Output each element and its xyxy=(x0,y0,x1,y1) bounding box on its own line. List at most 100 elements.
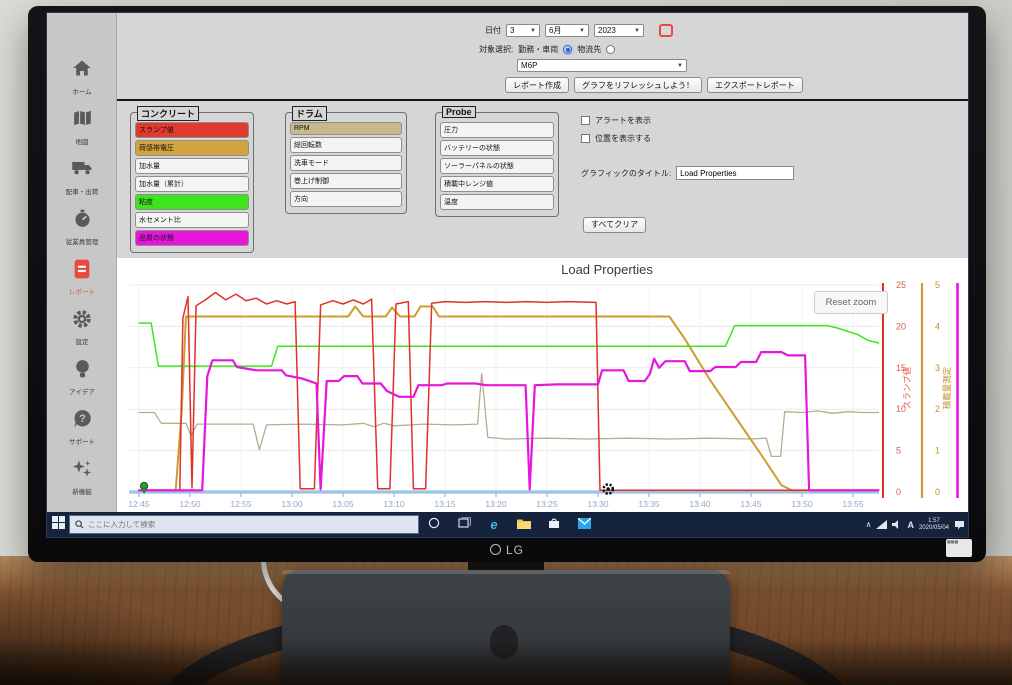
panel-2: ドラム RPM 総回転数洗車モード巻上げ制御方向 xyxy=(285,106,407,214)
sidebar-item-8[interactable]: ? サポート xyxy=(47,409,117,455)
parameter-button[interactable]: RPM xyxy=(290,122,402,135)
checkbox-label: 位置を表示する xyxy=(595,134,651,143)
svg-text:13:25: 13:25 xyxy=(536,499,558,509)
taskview-icon[interactable] xyxy=(449,517,479,532)
svg-text:13:10: 13:10 xyxy=(383,499,405,509)
network-icon[interactable] xyxy=(876,520,888,529)
svg-text:12:50: 12:50 xyxy=(179,499,201,509)
parameter-button[interactable]: 粘度 xyxy=(135,194,249,210)
checkbox-label: アラートを表示 xyxy=(595,116,651,125)
parameter-button[interactable]: スランプ値 xyxy=(135,122,249,138)
svg-text:0: 0 xyxy=(896,487,901,497)
start-button[interactable] xyxy=(47,515,69,534)
parameter-button[interactable]: 温度 xyxy=(440,194,554,210)
sidebar-item-5[interactable]: レポート xyxy=(47,259,117,305)
svg-text:13:35: 13:35 xyxy=(638,499,660,509)
sidebar-item-label: ホーム xyxy=(72,89,92,96)
sidebar-item-label: 設定 xyxy=(75,339,89,346)
gear-icon xyxy=(47,309,117,335)
filter-option1-label: 勤務・車両 xyxy=(518,45,559,54)
help-icon: ? xyxy=(47,409,117,435)
sidebar-item-1[interactable]: ホーム xyxy=(47,59,117,105)
svg-text:4: 4 xyxy=(935,321,940,331)
sidebar-item-label: アイデア xyxy=(69,389,95,396)
parameter-button[interactable]: ソーラーパネルの状態 xyxy=(440,158,554,174)
svg-text:3: 3 xyxy=(935,363,940,373)
taskbar-clock[interactable]: 1:57 2020/05/04 xyxy=(919,518,949,532)
export-report-button[interactable]: エクスポートレポート xyxy=(707,77,803,93)
svg-text:13:50: 13:50 xyxy=(791,499,813,509)
system-tray: ∧ A 1:57 2020/05/04 xyxy=(866,512,965,537)
parameter-button[interactable]: 加水量（累計） xyxy=(135,176,249,192)
parameter-button[interactable]: バッテリーの状態 xyxy=(440,140,554,156)
notification-icon[interactable] xyxy=(954,520,965,530)
parameter-button[interactable]: 水セメント比 xyxy=(135,212,249,228)
parameter-button[interactable]: 品質の状態 xyxy=(135,230,249,246)
chart-section: Load Properties Reset zoom 12:45 12:50 12:… xyxy=(117,258,968,512)
day-select[interactable]: 3 ▼ xyxy=(506,24,540,37)
search-icon xyxy=(75,520,84,529)
parameter-button[interactable]: 総回転数 xyxy=(290,137,402,153)
tray-chevron-icon[interactable]: ∧ xyxy=(866,520,872,529)
svg-text:13:15: 13:15 xyxy=(434,499,456,509)
mail-icon[interactable] xyxy=(569,517,599,532)
parameter-button[interactable]: 洗車モード xyxy=(290,155,402,171)
sidebar-item-label: 新機能 xyxy=(72,489,92,496)
refresh-graph-button[interactable]: グラフをリフレッシュしよう！ xyxy=(574,77,702,93)
parameter-button[interactable]: 圧力 xyxy=(440,122,554,138)
svg-text:積載量測定: 積載量測定 xyxy=(942,366,952,409)
panel-title: ドラム xyxy=(292,106,327,121)
filter-radio-selected[interactable] xyxy=(563,45,573,54)
parameter-button[interactable]: 加水量 xyxy=(135,158,249,174)
sidebar-item-7[interactable]: アイデア xyxy=(47,359,117,405)
ime-indicator[interactable]: A xyxy=(907,520,914,530)
store-icon[interactable] xyxy=(539,517,569,532)
sidebar-item-2[interactable]: 地図 xyxy=(47,109,117,155)
vehicle-select[interactable]: M6P ▼ xyxy=(517,59,687,72)
graph-title-label: グラフィックのタイトル: xyxy=(581,168,672,178)
sidebar-item-4[interactable]: 従業員管理 xyxy=(47,209,117,255)
taskbar-search[interactable] xyxy=(69,515,419,534)
svg-text:13:40: 13:40 xyxy=(689,499,711,509)
sidebar-item-3[interactable]: 配車・出荷 xyxy=(47,159,117,205)
option-row: 位置を表示する xyxy=(581,133,794,144)
sidebar-item-6[interactable]: 設定 xyxy=(47,309,117,355)
svg-text:5: 5 xyxy=(935,280,940,290)
create-report-button[interactable]: レポート作成 xyxy=(505,77,569,93)
lg-logo-text: LG xyxy=(505,542,524,557)
home-icon xyxy=(47,59,117,85)
volume-icon[interactable] xyxy=(892,520,902,529)
photo-scene: ホーム 地図 配車・出荷 従業員管理 レポート 設定 アイデア? サポート 新機能 日付 3 ▼ … xyxy=(0,0,1012,685)
svg-text:13:30: 13:30 xyxy=(587,499,609,509)
clear-all-button[interactable]: すべてクリア xyxy=(583,216,647,233)
svg-text:2: 2 xyxy=(935,404,940,414)
date-label: 日付 xyxy=(485,26,501,35)
graph-title-input[interactable] xyxy=(676,166,795,180)
reset-zoom-button[interactable]: Reset zoom xyxy=(814,291,888,314)
energy-label: ▦▦▦ xyxy=(946,539,972,557)
checkbox[interactable] xyxy=(581,134,590,143)
parameter-button[interactable]: 巻上げ制御 xyxy=(290,173,402,189)
filter-radio-unselected[interactable] xyxy=(606,45,616,54)
sidebar-item-label: レポート xyxy=(69,289,95,296)
svg-text:0: 0 xyxy=(935,487,940,497)
calendar-icon[interactable] xyxy=(659,24,673,37)
option-row: アラートを表示 xyxy=(581,115,794,126)
parameter-button[interactable]: 方向 xyxy=(290,191,402,207)
app-main: 日付 3 ▼ 6月 ▼ 2023 ▼ 対象選択: 勤務・車両 物流先 M6P ▼… xyxy=(117,13,968,512)
chevron-down-icon: ▼ xyxy=(677,62,683,69)
cortana-icon[interactable] xyxy=(419,517,449,532)
parameter-button[interactable]: 荷感帯電圧 xyxy=(135,140,249,156)
svg-text:5: 5 xyxy=(896,446,901,456)
svg-text:13:55: 13:55 xyxy=(842,499,864,509)
parameter-button[interactable]: 積載中レンジ値 xyxy=(440,176,554,192)
truck-icon xyxy=(47,159,117,185)
file-explorer-icon[interactable] xyxy=(509,518,539,532)
gauge-icon xyxy=(47,209,117,235)
search-input[interactable] xyxy=(88,520,388,529)
month-select[interactable]: 6月 ▼ xyxy=(545,24,589,37)
checkbox[interactable] xyxy=(581,116,590,125)
sidebar-item-9[interactable]: 新機能 xyxy=(47,459,117,505)
edge-icon[interactable]: e xyxy=(479,517,509,532)
year-select[interactable]: 2023 ▼ xyxy=(594,24,644,37)
